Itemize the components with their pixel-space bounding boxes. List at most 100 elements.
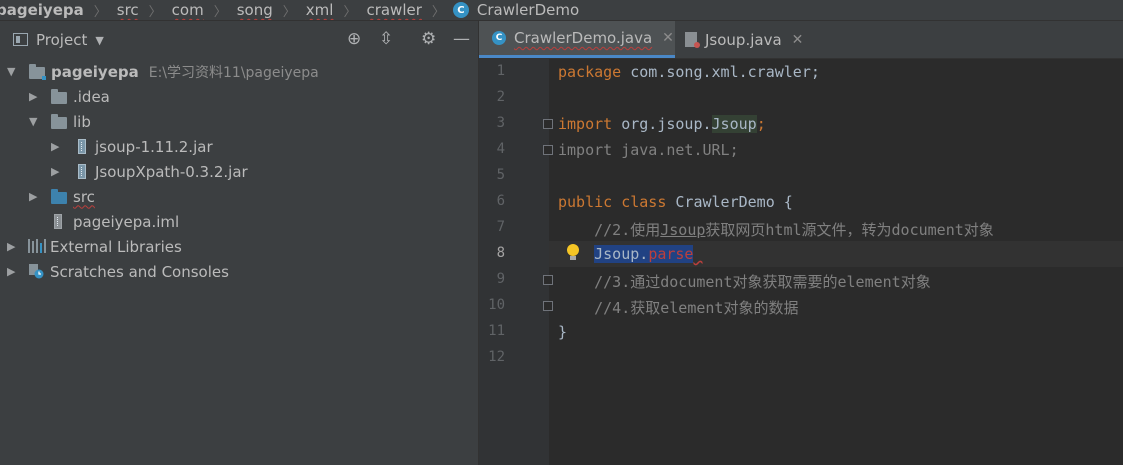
collapse-all-icon[interactable]: ⇳ xyxy=(379,31,393,48)
source-folder-icon xyxy=(51,189,67,204)
line-number: 3 xyxy=(496,115,505,131)
line-number: 9 xyxy=(496,271,505,287)
line-number: 1 xyxy=(496,63,505,79)
code-line[interactable]: package com.song.xml.crawler; xyxy=(558,63,820,81)
chevron-down-icon[interactable]: ▼ xyxy=(95,34,103,47)
line-number: 4 xyxy=(496,141,505,157)
library-icon xyxy=(28,239,46,253)
tree-item-lib[interactable]: ▼ lib xyxy=(0,109,478,134)
code-line-comment[interactable]: //2.使用Jsoup获取网页html源文件，转为document对象 xyxy=(558,219,994,240)
breadcrumb-project[interactable]: pageiyepa xyxy=(0,1,86,19)
folder-icon xyxy=(51,89,67,104)
expand-right-icon[interactable]: ▶ xyxy=(7,240,15,253)
jar-icon xyxy=(78,139,86,154)
code-line-unused-import[interactable]: import java.net.URL; xyxy=(558,141,739,159)
error-squiggle xyxy=(693,245,702,263)
tree-item-label: External Libraries xyxy=(50,237,182,256)
editor: C CrawlerDemo.java ✕ Jsoup.java ✕ 1 2 3 … xyxy=(479,21,1123,465)
fold-marker-icon[interactable] xyxy=(543,275,553,285)
breadcrumb-xml[interactable]: xml xyxy=(304,1,336,19)
line-number: 2 xyxy=(496,89,505,105)
fold-marker-icon[interactable] xyxy=(543,119,553,129)
tree-item-label: Scratches and Consoles xyxy=(50,262,229,281)
breadcrumb-separator-icon: 〉 xyxy=(282,4,296,20)
fold-marker-icon[interactable] xyxy=(543,301,553,311)
tree-item-label: .idea xyxy=(73,87,110,106)
expand-right-icon[interactable]: ▶ xyxy=(29,90,37,103)
expand-right-icon[interactable]: ▶ xyxy=(51,165,59,178)
code-line[interactable]: import org.jsoup.Jsoup; xyxy=(558,115,766,133)
java-class-icon: C xyxy=(452,2,469,18)
expand-right-icon[interactable]: ▶ xyxy=(51,140,59,153)
tab-label: Jsoup.java xyxy=(705,30,782,49)
breadcrumb: pageiyepa 〉 src 〉 com 〉 song 〉 xml 〉 cra… xyxy=(0,0,1123,21)
keyword: public class xyxy=(558,193,667,211)
code-line-current[interactable]: Jsoup.parse xyxy=(558,245,703,263)
tree-item-label: lib xyxy=(73,112,91,131)
breadcrumb-separator-icon: 〉 xyxy=(343,4,357,20)
breadcrumb-com[interactable]: com xyxy=(170,1,206,19)
project-view-selector[interactable]: Project xyxy=(36,31,87,49)
tree-item-label: pageiyepa E:\学习资料11\pageiyepa xyxy=(51,62,319,82)
comment-text: //2.使用 xyxy=(558,221,661,239)
expand-down-icon[interactable]: ▼ xyxy=(7,65,15,78)
close-icon[interactable]: ✕ xyxy=(662,30,674,46)
locate-target-icon[interactable]: ⊕ xyxy=(347,31,361,48)
java-readonly-file-icon xyxy=(685,32,700,48)
breadcrumb-src[interactable]: src xyxy=(115,1,141,19)
tab-label: CrawlerDemo.java xyxy=(514,29,653,47)
line-number: 12 xyxy=(488,349,505,365)
breadcrumb-crawler[interactable]: crawler xyxy=(364,1,423,19)
iml-file-icon xyxy=(54,214,62,229)
tab-crawlerdemo[interactable]: C CrawlerDemo.java ✕ xyxy=(479,21,675,58)
line-number: 7 xyxy=(496,219,505,235)
tree-item-scratches[interactable]: ▶ Scratches and Consoles xyxy=(0,259,478,284)
minimize-icon[interactable]: — xyxy=(453,31,470,48)
code-line-comment[interactable]: //4.获取element对象的数据 xyxy=(558,297,798,318)
tree-item-iml[interactable]: pageiyepa.iml xyxy=(0,209,478,234)
line-number: 10 xyxy=(488,297,505,313)
code-line[interactable]: } xyxy=(558,323,567,341)
java-class-icon: C xyxy=(492,31,506,45)
tree-item-jsoupxpath-jar[interactable]: ▶ JsoupXpath-0.3.2.jar xyxy=(0,159,478,184)
tree-item-pageiyepa[interactable]: ▼ pageiyepa E:\学习资料11\pageiyepa xyxy=(0,59,478,84)
code-line[interactable]: public class CrawlerDemo { xyxy=(558,193,793,211)
code-text: com.song.xml.crawler; xyxy=(621,63,820,81)
module-name: pageiyepa xyxy=(51,62,139,81)
line-number: 6 xyxy=(496,193,505,209)
expand-down-icon[interactable]: ▼ xyxy=(29,115,37,128)
breadcrumb-class[interactable]: CrawlerDemo xyxy=(475,1,581,19)
expand-right-icon[interactable]: ▶ xyxy=(7,265,15,278)
tree-item-external-libraries[interactable]: ▶ External Libraries xyxy=(0,234,478,259)
project-header: Project ▼ ⊕ ⇳ ⚙ — xyxy=(0,21,478,59)
expand-right-icon[interactable]: ▶ xyxy=(29,190,37,203)
line-number: 5 xyxy=(496,167,505,183)
close-icon[interactable]: ✕ xyxy=(792,32,804,48)
breadcrumb-separator-icon: 〉 xyxy=(213,4,227,20)
fold-marker-icon[interactable] xyxy=(543,145,553,155)
code-line-comment[interactable]: //3.通过document对象获取需要的element对象 xyxy=(558,271,931,292)
module-mark-icon xyxy=(42,76,46,80)
line-number: 11 xyxy=(488,323,505,339)
tab-jsoup[interactable]: Jsoup.java ✕ xyxy=(675,21,811,58)
breadcrumb-song[interactable]: song xyxy=(235,1,275,19)
editor-tab-bar: C CrawlerDemo.java ✕ Jsoup.java ✕ xyxy=(479,21,1123,59)
gear-icon[interactable]: ⚙ xyxy=(421,31,436,48)
tree-item-label: JsoupXpath-0.3.2.jar xyxy=(95,162,248,181)
breadcrumb-separator-icon: 〉 xyxy=(93,4,107,20)
selected-code: Jsoup.parse xyxy=(594,245,694,263)
folder-icon xyxy=(51,114,67,129)
project-window-icon xyxy=(13,33,28,46)
highlighted-class: Jsoup xyxy=(711,115,757,133)
error-method: parse xyxy=(648,245,694,263)
tree-item-label: pageiyepa.iml xyxy=(73,212,180,231)
tree-item-idea[interactable]: ▶ .idea xyxy=(0,84,478,109)
tree-item-src[interactable]: ▶ src xyxy=(0,184,478,209)
comment-link: Jsoup xyxy=(660,221,706,239)
project-panel: Project ▼ ⊕ ⇳ ⚙ — ▼ pageiyepa E:\学习资料11\p… xyxy=(0,21,479,465)
code-text: org.jsoup. xyxy=(612,115,712,133)
tree-item-jsoup-jar[interactable]: ▶ jsoup-1.11.2.jar xyxy=(0,134,478,159)
semicolon: ; xyxy=(756,115,766,133)
scratches-icon xyxy=(29,264,44,279)
module-path: E:\学习资料11\pageiyepa xyxy=(148,64,319,81)
